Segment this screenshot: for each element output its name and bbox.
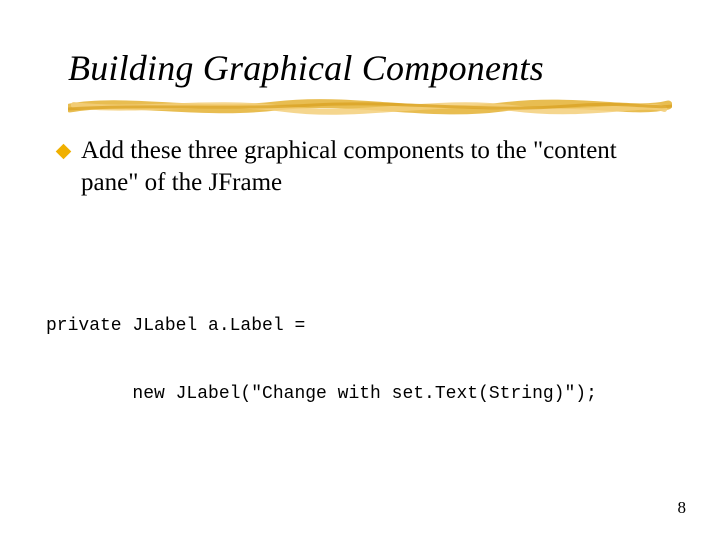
slide-title: Building Graphical Components [68, 48, 680, 89]
code-region: private JLabel a.Label = new JLabel("Cha… [46, 225, 680, 540]
bullet-list: Add these three graphical components to … [40, 135, 680, 199]
diamond-bullet-icon [56, 144, 72, 160]
code-line: private JLabel a.Label = [46, 315, 680, 338]
slide: Building Graphical Components Add these … [0, 0, 720, 540]
bullet-item: Add these three graphical components to … [58, 135, 672, 199]
code-block-2: private JText.Area text.Editor = new JTe… [46, 517, 680, 540]
title-underline [40, 95, 680, 117]
page-number: 8 [678, 498, 687, 518]
code-block-1: private JLabel a.Label = new JLabel("Cha… [46, 270, 680, 450]
brush-stroke-icon [68, 95, 672, 117]
bullet-text: Add these three graphical components to … [81, 135, 672, 199]
code-line: new JLabel("Change with set.Text(String)… [46, 383, 680, 406]
